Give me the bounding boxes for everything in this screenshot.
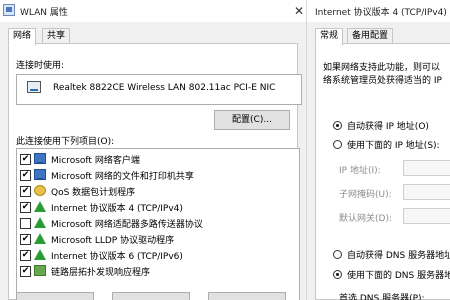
adapter-name: Realtek 8822CE Wireless LAN 802.11ac PCI… bbox=[53, 83, 276, 93]
nic-icon bbox=[27, 81, 41, 93]
item-checkbox[interactable]: ✔ bbox=[20, 170, 31, 181]
auto-dns-label[interactable]: 自动获得 DNS 服务器地址 bbox=[347, 248, 450, 261]
qos-icon bbox=[34, 185, 46, 196]
list-item[interactable]: ✔ Microsoft 网络客户端 bbox=[17, 152, 297, 167]
manual-ip-label[interactable]: 使用下面的 IP 地址(S): bbox=[347, 138, 440, 151]
default-gateway-field[interactable] bbox=[403, 208, 450, 224]
network-client-icon bbox=[34, 153, 46, 164]
protocol-icon bbox=[34, 249, 46, 260]
item-label: Internet 协议版本 6 (TCP/IPv6) bbox=[51, 252, 183, 262]
protocol-icon bbox=[34, 233, 46, 244]
item-label: 链路层拓扑发现响应程序 bbox=[51, 268, 151, 278]
list-item[interactable]: Microsoft 网络适配器多路传送器协议 bbox=[17, 216, 297, 231]
close-icon[interactable]: ✕ bbox=[292, 0, 306, 22]
install-button[interactable] bbox=[16, 292, 94, 300]
link-layer-icon bbox=[34, 265, 46, 276]
manual-ip-radio[interactable] bbox=[333, 140, 342, 149]
auto-ip-radio[interactable] bbox=[333, 121, 342, 130]
list-item[interactable]: ✔ Internet 协议版本 6 (TCP/IPv6) bbox=[17, 248, 297, 263]
item-label: QoS 数据包计划程序 bbox=[51, 188, 136, 198]
manual-dns-radio[interactable] bbox=[333, 270, 342, 279]
item-checkbox[interactable]: ✔ bbox=[20, 186, 31, 197]
window-title: Internet 协议版本 4 (TCP/IPv4) bbox=[315, 8, 447, 18]
auto-ip-label[interactable]: 自动获得 IP 地址(O) bbox=[347, 119, 429, 132]
file-share-icon bbox=[34, 169, 46, 180]
auto-dns-radio[interactable] bbox=[333, 250, 342, 259]
title-bar[interactable]: WLAN 属性 ✕ bbox=[0, 0, 306, 22]
subnet-mask-field[interactable] bbox=[403, 184, 450, 200]
default-gateway-label: 默认网关(D): bbox=[339, 214, 392, 224]
item-label: Microsoft 网络客户端 bbox=[51, 156, 140, 166]
item-label: Microsoft 网络适配器多路传送器协议 bbox=[51, 220, 203, 230]
item-checkbox[interactable]: ✔ bbox=[20, 266, 31, 277]
manual-dns-label[interactable]: 使用下面的 DNS 服务器地 bbox=[347, 268, 450, 281]
list-item[interactable]: ✔ 链路层拓扑发现响应程序 bbox=[17, 264, 297, 279]
item-checkbox[interactable]: ✔ bbox=[20, 250, 31, 261]
description-line-1: 如果网络支持此功能，则可以 bbox=[323, 63, 441, 73]
connect-using-label: 连接时使用: bbox=[16, 61, 65, 71]
item-checkbox[interactable]: ✔ bbox=[20, 154, 31, 165]
ip-address-label: IP 地址(I): bbox=[339, 166, 381, 176]
tab-general[interactable]: 常规 bbox=[315, 28, 344, 46]
configure-button[interactable]: 配置(C)... bbox=[214, 110, 290, 130]
network-adapter-icon bbox=[3, 4, 15, 16]
item-checkbox[interactable]: ✔ bbox=[20, 234, 31, 245]
items-list[interactable]: ✔ Microsoft 网络客户端 ✔ Microsoft 网络的文件和打印机共… bbox=[16, 148, 300, 300]
wlan-properties-window: WLAN 属性 ✕ 网络 共享 连接时使用: Realtek 8822CE Wi… bbox=[0, 0, 307, 300]
ip-address-field[interactable] bbox=[403, 160, 450, 176]
preferred-dns-label: 首选 DNS 服务器(P): bbox=[339, 294, 425, 300]
item-label: Microsoft 网络的文件和打印机共享 bbox=[51, 172, 194, 182]
item-label: Microsoft LLDP 协议驱动程序 bbox=[51, 236, 175, 246]
uninstall-button[interactable] bbox=[112, 292, 190, 300]
properties-button[interactable] bbox=[208, 292, 286, 300]
list-item[interactable]: ✔ Internet 协议版本 4 (TCP/IPv4) bbox=[17, 200, 297, 215]
title-bar[interactable]: Internet 协议版本 4 (TCP/IPv4) bbox=[307, 0, 450, 22]
subnet-mask-label: 子网掩码(U): bbox=[339, 190, 392, 200]
adapter-box: Realtek 8822CE Wireless LAN 802.11ac PCI… bbox=[16, 74, 302, 105]
protocol-icon bbox=[34, 201, 46, 212]
item-label: Internet 协议版本 4 (TCP/IPv4) bbox=[51, 204, 183, 214]
item-checkbox[interactable] bbox=[20, 218, 31, 229]
items-label: 此连接使用下列项目(O): bbox=[16, 137, 115, 147]
list-item[interactable]: ✔ QoS 数据包计划程序 bbox=[17, 184, 297, 199]
list-item[interactable]: ✔ Microsoft 网络的文件和打印机共享 bbox=[17, 168, 297, 183]
window-title: WLAN 属性 bbox=[20, 8, 68, 18]
description-line-2: 络系统管理员处获得适当的 IP bbox=[323, 76, 442, 86]
item-checkbox[interactable]: ✔ bbox=[20, 202, 31, 213]
ipv4-properties-window: Internet 协议版本 4 (TCP/IPv4) 常规 备用配置 如果网络支… bbox=[306, 0, 450, 300]
tab-network[interactable]: 网络 bbox=[8, 28, 37, 46]
list-item[interactable]: ✔ Microsoft LLDP 协议驱动程序 bbox=[17, 232, 297, 247]
protocol-icon bbox=[34, 217, 46, 228]
